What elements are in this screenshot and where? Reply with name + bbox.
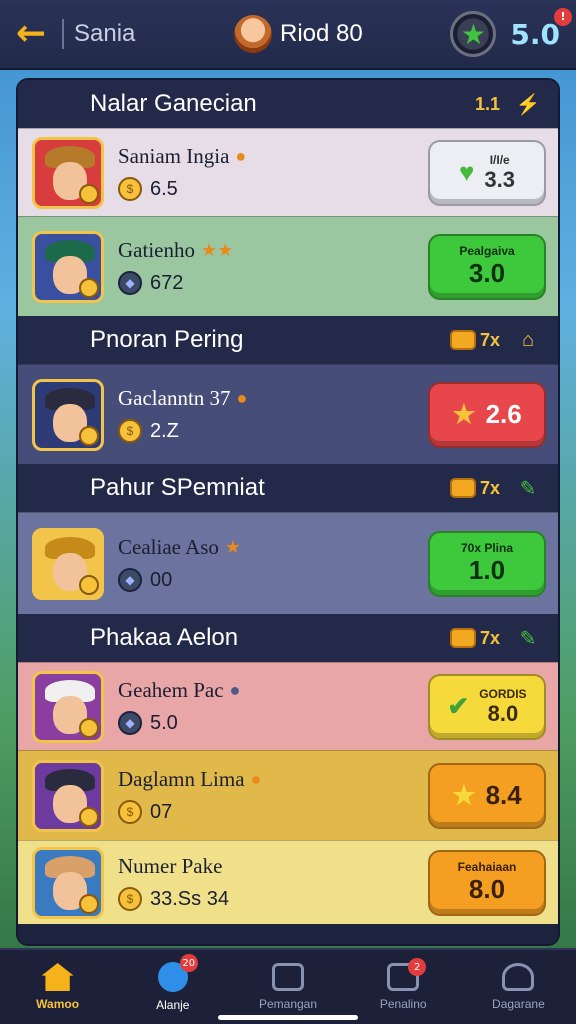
bottom-nav: Wamoo 20 Alanje Pemangan 2 Penalino Daga… xyxy=(0,948,576,1024)
house-icon[interactable]: ⌂ xyxy=(514,329,542,352)
nav-penalino[interactable]: 2 Penalino xyxy=(346,950,461,1024)
player-name: Sania xyxy=(74,20,136,47)
player-row[interactable]: Geahem Pac ● ◆ 5.0 ✔ GORDIS 8.0 xyxy=(18,662,558,750)
nav-home[interactable]: Wamoo xyxy=(0,950,115,1024)
score-button[interactable]: ★ 2.6 xyxy=(428,381,546,448)
section-title: Phakaa Aelon xyxy=(90,624,239,651)
emoji-icon: ★ xyxy=(224,537,242,557)
section-header: Nalar Ganecian 1.1 ⚡ xyxy=(18,80,558,128)
player-portrait xyxy=(32,378,104,451)
emoji-icon: ● xyxy=(250,769,262,789)
section-header: Pnoran Pering 7x ⌂ xyxy=(18,316,558,364)
section-badge: 7x xyxy=(449,478,500,499)
player-name: Geahem Pac xyxy=(118,678,224,702)
player-stat: 672 xyxy=(150,271,184,294)
nav-pemangan[interactable]: Pemangan xyxy=(230,950,345,1024)
profile-icon xyxy=(502,963,535,991)
player-name: Daglamn Lima xyxy=(118,767,245,791)
gem-icon: ◆ xyxy=(118,711,142,735)
score-button[interactable]: ✔ GORDIS 8.0 xyxy=(428,673,546,740)
lightning-icon[interactable]: ⚡ xyxy=(514,92,542,117)
player-stat: 07 xyxy=(150,800,173,823)
player-stat: 5.0 xyxy=(150,711,178,734)
divider xyxy=(62,19,64,49)
round-label: Riod 80 xyxy=(280,20,363,47)
player-row[interactable]: Gatienho ★★ ◆ 672 Pealgaiva 3.0 xyxy=(18,216,558,316)
list-icon: 2 xyxy=(387,958,427,991)
emoji-icon: ● xyxy=(236,388,248,408)
coin-icon: $ xyxy=(118,800,142,824)
leaf-icon[interactable]: ✎ xyxy=(514,626,542,651)
player-avatar[interactable] xyxy=(234,15,272,53)
coin-icon: $ xyxy=(118,177,142,201)
section-header: Phakaa Aelon 7x ✎ xyxy=(18,614,558,662)
emoji-icon: ● xyxy=(235,146,247,166)
nav-dagarane[interactable]: Dagarane xyxy=(461,950,576,1024)
player-name: Gatienho xyxy=(118,238,195,262)
section-header: Pahur SPemniat 7x ✎ xyxy=(18,464,558,512)
section-title: Nalar Ganecian xyxy=(90,90,257,117)
section-title: Pnoran Pering xyxy=(90,326,244,353)
home-icon xyxy=(41,963,74,991)
back-arrow-icon[interactable]: ← xyxy=(16,16,56,52)
leaf-icon[interactable]: ✎ xyxy=(514,476,542,501)
gem-icon: ◆ xyxy=(118,568,142,592)
coin-balance[interactable]: 5.0 ! xyxy=(510,7,572,51)
heart-icon: ♥ xyxy=(458,157,475,187)
player-portrait xyxy=(32,846,104,919)
player-stat: 00 xyxy=(150,568,173,591)
player-name: Saniam Ingia xyxy=(118,144,230,168)
coin-value: 5.0 xyxy=(510,17,560,51)
document-icon xyxy=(272,963,304,991)
leaderboard-panel: Nalar Ganecian 1.1 ⚡ Saniam Ingia ● $6.5 … xyxy=(16,78,560,946)
coin-icon: $ xyxy=(118,887,142,911)
star-icon: ★★ xyxy=(200,240,234,260)
section-title: Pahur SPemniat xyxy=(90,474,265,501)
section-badge: 1.1 xyxy=(474,93,500,114)
player-name: Numer Pake xyxy=(118,854,223,878)
check-icon: ✔ xyxy=(447,691,470,721)
coin-icon: $ xyxy=(118,419,142,443)
player-stat: 6.5 xyxy=(150,177,178,200)
player-row[interactable]: Cealiae Aso ★ ◆ 00 70x Plina 1.0 xyxy=(18,512,558,614)
player-row[interactable]: Gaclanntn 37 ● $2.Z ★ 2.6 xyxy=(18,364,558,464)
player-portrait xyxy=(32,670,104,743)
player-name: Cealiae Aso xyxy=(118,535,219,559)
score-button[interactable]: ★ 8.4 xyxy=(428,762,546,829)
home-indicator xyxy=(218,1015,358,1020)
top-bar: ← Sania Riod 80 ★ 5.0 ! xyxy=(0,0,576,70)
emoji-icon: ● xyxy=(229,680,241,700)
player-row[interactable]: Saniam Ingia ● $6.5 ♥ I/I/e 3.3 xyxy=(18,128,558,216)
score-button[interactable]: 70x Plina 1.0 xyxy=(428,530,546,597)
player-stat: 2.Z xyxy=(150,419,179,442)
score-button[interactable]: Pealgaiva 3.0 xyxy=(428,233,546,300)
player-portrait xyxy=(32,527,104,600)
star-icon: ★ xyxy=(452,780,476,810)
player-name: Gaclanntn 37 xyxy=(118,386,231,410)
section-badge: 7x xyxy=(449,330,500,351)
notification-badge: ! xyxy=(554,7,572,26)
player-portrait xyxy=(32,759,104,832)
star-icon: ★ xyxy=(452,399,476,429)
star-icon[interactable]: ★ xyxy=(450,11,497,57)
section-badge: 7x xyxy=(449,628,500,649)
nav-alanje[interactable]: 20 Alanje xyxy=(115,950,230,1024)
player-portrait xyxy=(32,136,104,209)
player-row[interactable]: Numer Pake $33.Ss 34 Feahaiaan 8.0 xyxy=(18,840,558,924)
player-stat: 33.Ss 34 xyxy=(150,887,229,910)
gem-icon: ◆ xyxy=(118,271,142,295)
player-row[interactable]: Daglamn Lima ● $07 ★ 8.4 xyxy=(18,750,558,840)
chat-icon: 20 xyxy=(157,954,198,992)
player-portrait xyxy=(32,230,104,303)
score-button[interactable]: ♥ I/I/e 3.3 xyxy=(428,139,546,206)
score-button[interactable]: Feahaiaan 8.0 xyxy=(428,849,546,916)
